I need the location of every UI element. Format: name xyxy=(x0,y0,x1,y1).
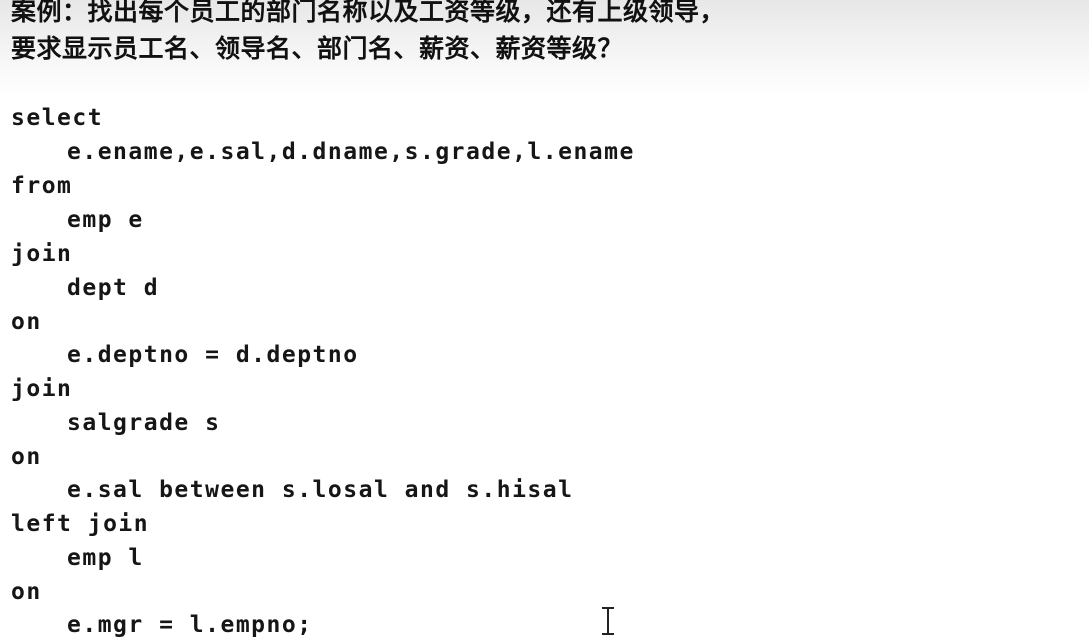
code-line-join-2-table: salgrade s xyxy=(67,410,221,436)
code-line-on-3-condition: e.mgr = l.empno; xyxy=(67,612,313,638)
question-title-line-2: 要求显示员工名、领导名、部门名、薪资、薪资等级？ xyxy=(11,34,624,63)
code-line-on-2-condition: e.sal between s.losal and s.hisal xyxy=(67,477,574,503)
code-line-join-1-table: dept d xyxy=(67,275,160,301)
code-line-select-columns: e.ename,e.sal,d.dname,s.grade,l.ename xyxy=(67,139,635,165)
code-line-join-1: join xyxy=(11,241,73,267)
code-line-from-table: emp e xyxy=(67,207,144,233)
question-title-line-1: 案例：找出每个员工的部门名称以及工资等级，还有上级领导， xyxy=(11,0,726,26)
code-line-from: from xyxy=(11,173,73,199)
code-line-join-2: join xyxy=(11,376,73,402)
code-line-select: select xyxy=(11,105,104,131)
code-line-left-join-table: emp l xyxy=(67,545,144,571)
code-line-on-2: on xyxy=(11,444,42,470)
code-line-on-1-condition: e.deptno = d.deptno xyxy=(67,342,359,368)
slide: 案例：找出每个员工的部门名称以及工资等级，还有上级领导， 要求显示员工名、领导名… xyxy=(0,0,1089,639)
code-line-on-1: on xyxy=(11,309,42,335)
code-line-left-join: left join xyxy=(11,511,150,537)
text-ibeam-cursor-icon xyxy=(600,606,616,636)
code-line-on-3: on xyxy=(11,579,42,605)
